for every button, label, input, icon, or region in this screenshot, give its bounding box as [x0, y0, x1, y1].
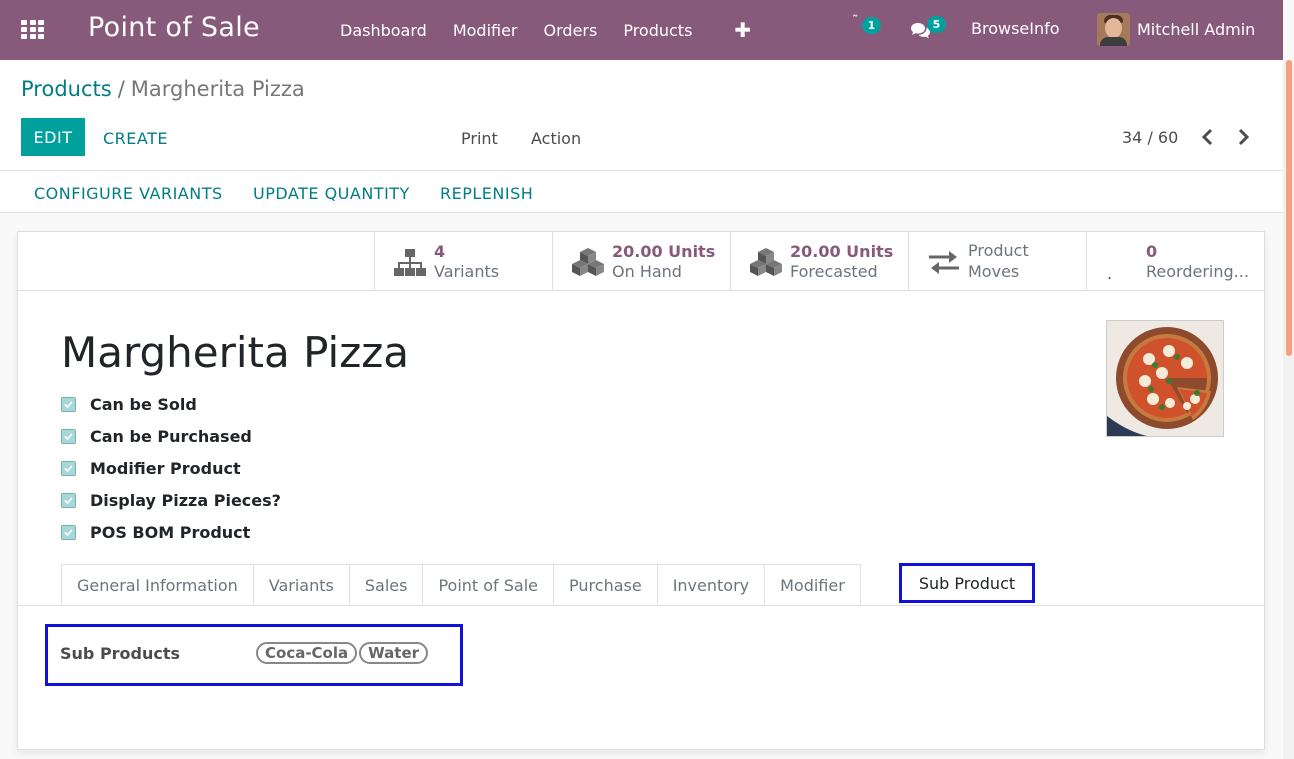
menu-item-products[interactable]: Products [610, 0, 705, 60]
create-button[interactable]: CREATE [103, 129, 168, 148]
forecasted-label: Forecasted [790, 262, 878, 281]
scrollbar-thumb[interactable] [1286, 60, 1292, 356]
product-moves-line2: Moves [968, 262, 1020, 281]
checkbox-checked-icon [61, 493, 76, 508]
can-be-sold-checkbox[interactable]: Can be Sold [61, 395, 197, 414]
chevron-left-icon [1201, 128, 1213, 146]
form-statusbar: CONFIGURE VARIANTS UPDATE QUANTITY REPLE… [0, 171, 1283, 213]
product-name[interactable]: Margherita Pizza [61, 328, 409, 377]
replenish-button[interactable]: REPLENISH [440, 184, 533, 203]
checkbox-checked-icon [61, 397, 76, 412]
variants-count: 4 [434, 242, 446, 261]
activity-menu[interactable]: ˜ 1 [852, 14, 882, 44]
sitemap-icon [394, 249, 426, 276]
user-name: Mitchell Admin [1137, 20, 1256, 39]
checkbox-checked-icon [61, 429, 76, 444]
messages-badge: 5 [927, 16, 946, 33]
display-pizza-pieces-label: Display Pizza Pieces? [90, 491, 281, 510]
update-quantity-button[interactable]: UPDATE QUANTITY [253, 184, 410, 203]
checkbox-checked-icon [61, 461, 76, 476]
tab-purchase[interactable]: Purchase [553, 564, 657, 606]
reordering-label: Reordering... [1146, 262, 1249, 281]
reordering-smart-button[interactable]: . 0 Reordering... [1086, 232, 1263, 290]
tag-water[interactable]: Water [359, 642, 429, 664]
user-menu[interactable]: Mitchell Admin [1097, 13, 1255, 46]
menu-plus-icon[interactable]: ✚ [705, 0, 764, 60]
pizza-image [1107, 321, 1223, 436]
modifier-product-checkbox[interactable]: Modifier Product [61, 459, 241, 478]
can-be-purchased-label: Can be Purchased [90, 427, 252, 446]
can-be-sold-label: Can be Sold [90, 395, 197, 414]
breadcrumb-products-link[interactable]: Products [21, 77, 112, 101]
cubes-icon [572, 248, 604, 276]
menu-item-modifier[interactable]: Modifier [440, 0, 531, 60]
sub-products-tags[interactable]: Coca-Cola Water [256, 642, 430, 664]
product-image[interactable] [1106, 320, 1224, 437]
breadcrumb-current: Margherita Pizza [130, 77, 305, 101]
forecasted-value: 20.00 Units [790, 242, 894, 261]
avatar [1097, 13, 1130, 46]
on-hand-value: 20.00 Units [612, 242, 716, 261]
variants-smart-button[interactable]: 4 Variants [374, 232, 552, 290]
breadcrumb: Products / Margherita Pizza [21, 77, 305, 101]
on-hand-label: On Hand [612, 262, 682, 281]
tab-inventory[interactable]: Inventory [656, 564, 765, 606]
cubes-icon [750, 248, 782, 276]
tab-modifier[interactable]: Modifier [764, 564, 861, 606]
configure-variants-button[interactable]: CONFIGURE VARIANTS [34, 184, 223, 203]
tab-general-information[interactable]: General Information [61, 564, 253, 606]
menu-item-orders[interactable]: Orders [531, 0, 611, 60]
breadcrumb-separator: / [117, 77, 125, 101]
tab-sales[interactable]: Sales [348, 564, 423, 606]
action-dropdown[interactable]: Action [531, 129, 581, 148]
checkbox-checked-icon [61, 525, 76, 540]
tag-coca-cola[interactable]: Coca-Cola [256, 642, 358, 664]
print-dropdown[interactable]: Print [461, 129, 498, 148]
edit-button[interactable]: EDIT [21, 118, 85, 156]
tab-variants[interactable]: Variants [252, 564, 349, 606]
messaging-menu[interactable]: 5 [910, 14, 950, 44]
tab-sub-product[interactable]: Sub Product [899, 563, 1035, 603]
reordering-icon: . [1107, 264, 1113, 283]
tabs-divider [18, 605, 1264, 606]
company-switcher[interactable]: BrowseInfo [971, 19, 1060, 38]
pos-bom-product-label: POS BOM Product [90, 523, 251, 542]
control-panel: Products / Margherita Pizza EDIT CREATE Pr… [0, 60, 1283, 171]
can-be-purchased-checkbox[interactable]: Can be Purchased [61, 427, 252, 446]
exchange-arrows-icon [929, 251, 959, 274]
pager-previous-button[interactable] [1197, 126, 1219, 148]
pos-bom-product-checkbox[interactable]: POS BOM Product [61, 523, 250, 542]
top-navbar: Point of Sale Dashboard Modifier Orders … [0, 0, 1283, 60]
smart-button-box: 4 Variants 20.00 Units On Hand 20.00 Uni… [374, 232, 1265, 290]
pager-next-button[interactable] [1232, 126, 1254, 148]
modifier-product-label: Modifier Product [90, 459, 241, 478]
apps-menu-icon[interactable] [21, 20, 44, 39]
chevron-right-icon [1238, 128, 1250, 146]
on-hand-smart-button[interactable]: 20.00 Units On Hand [552, 232, 730, 290]
form-sheet: 4 Variants 20.00 Units On Hand 20.00 Uni… [17, 231, 1265, 750]
product-moves-line1: Product [968, 241, 1029, 260]
display-pizza-pieces-checkbox[interactable]: Display Pizza Pieces? [61, 491, 281, 510]
sub-products-label: Sub Products [60, 644, 181, 663]
activity-clock-icon: ˜ [852, 14, 859, 29]
menu-item-dashboard[interactable]: Dashboard [327, 0, 440, 60]
forecasted-smart-button[interactable]: 20.00 Units Forecasted [730, 232, 908, 290]
reordering-count: 0 [1146, 242, 1158, 261]
divider [18, 290, 1264, 291]
pager-value[interactable]: 34 / 60 [1122, 128, 1178, 147]
activity-badge: 1 [862, 17, 881, 34]
main-menu: Dashboard Modifier Orders Products ✚ [327, 0, 764, 60]
variants-label: Variants [434, 262, 500, 281]
product-moves-smart-button[interactable]: Product Moves [908, 232, 1086, 290]
notebook-tabs: General Information Variants Sales Point… [61, 564, 861, 606]
app-brand[interactable]: Point of Sale [88, 12, 260, 43]
tab-point-of-sale[interactable]: Point of Sale [422, 564, 554, 606]
